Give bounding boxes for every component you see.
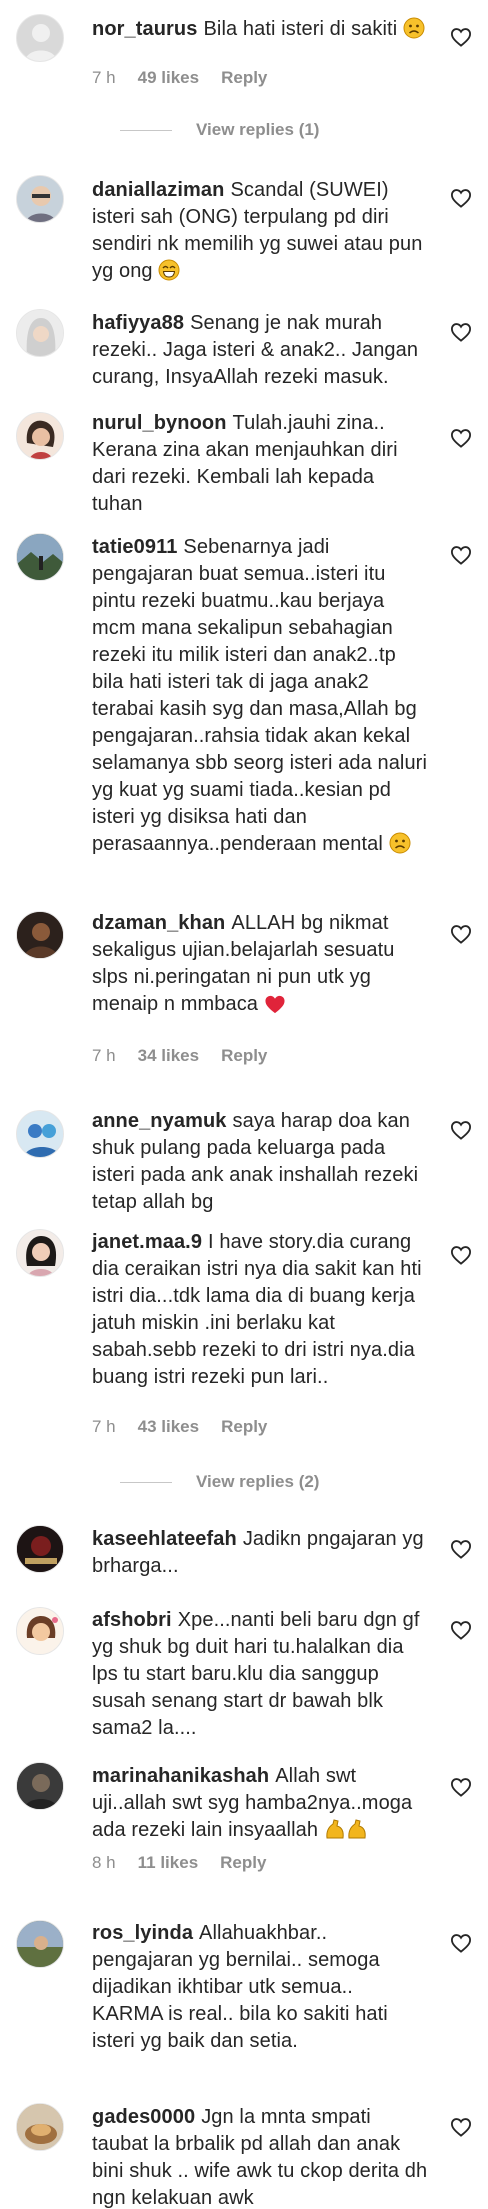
username[interactable]: nurul_bynoon bbox=[92, 412, 227, 434]
comment-body: kaseehlateefah Jadikn pngajaran yg brharg… bbox=[92, 1526, 428, 1580]
view-replies-label: View replies (1) bbox=[196, 120, 320, 139]
likes-count[interactable]: 34 likes bbox=[138, 1046, 199, 1066]
reply-button[interactable]: Reply bbox=[221, 1046, 267, 1066]
avatar[interactable] bbox=[16, 1525, 64, 1573]
avatar[interactable] bbox=[16, 1229, 64, 1277]
like-heart-icon[interactable] bbox=[450, 924, 472, 944]
comment-text: I have story.dia curang dia ceraikan ist… bbox=[92, 1231, 422, 1388]
username[interactable]: nor_taurus bbox=[92, 18, 197, 40]
view-replies-button[interactable]: View replies (1) bbox=[120, 120, 319, 140]
username[interactable]: marinahanikashah bbox=[92, 1765, 269, 1787]
username[interactable]: gades0000 bbox=[92, 2106, 195, 2128]
avatar[interactable] bbox=[16, 412, 64, 460]
comment-body: marinahanikashah Allah swt uji..allah swt… bbox=[92, 1763, 428, 1848]
like-heart-icon[interactable] bbox=[450, 322, 472, 342]
comment-body: afshobri Xpe...nanti beli baru dgn gf yg … bbox=[92, 1607, 428, 1742]
like-heart-icon[interactable] bbox=[450, 188, 472, 208]
like-heart-icon[interactable] bbox=[450, 27, 472, 47]
avatar[interactable] bbox=[16, 14, 64, 62]
like-heart-icon[interactable] bbox=[450, 1620, 472, 1640]
timestamp: 7 h bbox=[92, 68, 116, 87]
avatar[interactable] bbox=[16, 1110, 64, 1158]
timestamp: 8 h bbox=[92, 1853, 116, 1872]
view-replies-button[interactable]: View replies (2) bbox=[120, 1472, 319, 1492]
comment-meta: 7 h 34 likes Reply bbox=[92, 1046, 267, 1066]
view-replies-label: View replies (2) bbox=[196, 1472, 320, 1491]
comment-body: hafiyya88 Senang je nak murah rezeki.. Ja… bbox=[92, 310, 428, 391]
avatar[interactable] bbox=[16, 1607, 64, 1655]
like-heart-icon[interactable] bbox=[450, 1120, 472, 1140]
reply-button[interactable]: Reply bbox=[221, 1417, 267, 1437]
reply-button[interactable]: Reply bbox=[221, 68, 267, 88]
like-heart-icon[interactable] bbox=[450, 1933, 472, 1953]
flexed-biceps-emoji bbox=[324, 1818, 368, 1848]
username[interactable]: dzaman_khan bbox=[92, 912, 225, 934]
divider bbox=[120, 1481, 172, 1483]
comment-body: janet.maa.9 I have story.dia curang dia c… bbox=[92, 1229, 428, 1391]
sad-face-emoji bbox=[403, 17, 425, 47]
avatar[interactable] bbox=[16, 309, 64, 357]
like-heart-icon[interactable] bbox=[450, 428, 472, 448]
username[interactable]: daniallaziman bbox=[92, 179, 224, 201]
avatar[interactable] bbox=[16, 2103, 64, 2151]
likes-count[interactable]: 49 likes bbox=[138, 68, 199, 88]
like-heart-icon[interactable] bbox=[450, 545, 472, 565]
avatar[interactable] bbox=[16, 1762, 64, 1810]
username[interactable]: tatie0911 bbox=[92, 536, 177, 558]
comment-meta: 8 h 11 likes Reply bbox=[92, 1853, 266, 1873]
comment-body: nurul_bynoon Tulah.jauhi zina.. Kerana zi… bbox=[92, 410, 428, 518]
likes-count[interactable]: 43 likes bbox=[138, 1417, 199, 1437]
comment-body: nor_taurus Bila hati isteri di sakiti bbox=[92, 16, 428, 47]
comment-meta: 7 h 43 likes Reply bbox=[92, 1417, 267, 1437]
like-heart-icon[interactable] bbox=[450, 2117, 472, 2137]
comment-meta: 7 h 49 likes Reply bbox=[92, 68, 267, 88]
likes-count[interactable]: 11 likes bbox=[138, 1853, 199, 1873]
sad-face-emoji bbox=[389, 832, 411, 862]
comment-text: Sebenarnya jadi pengajaran buat semua..i… bbox=[92, 536, 427, 855]
username[interactable]: afshobri bbox=[92, 1609, 172, 1631]
username[interactable]: kaseehlateefah bbox=[92, 1528, 237, 1550]
username[interactable]: anne_nyamuk bbox=[92, 1110, 227, 1132]
username[interactable]: janet.maa.9 bbox=[92, 1231, 202, 1253]
username[interactable]: hafiyya88 bbox=[92, 312, 184, 334]
comment-body: gades0000 Jgn la mnta smpati taubat la br… bbox=[92, 2104, 428, 2209]
comment-text: Bila hati isteri di sakiti bbox=[203, 18, 398, 40]
avatar[interactable] bbox=[16, 175, 64, 223]
reply-button[interactable]: Reply bbox=[220, 1853, 266, 1873]
timestamp: 7 h bbox=[92, 1046, 116, 1065]
username[interactable]: ros_lyinda bbox=[92, 1922, 193, 1944]
comment-body: daniallaziman Scandal (SUWEI) isteri sah … bbox=[92, 177, 428, 289]
avatar[interactable] bbox=[16, 911, 64, 959]
avatar[interactable] bbox=[16, 1920, 64, 1968]
grin-emoji bbox=[158, 259, 180, 289]
comment-body: anne_nyamuk saya harap doa kan shuk pulan… bbox=[92, 1108, 428, 1216]
red-heart-emoji bbox=[264, 994, 286, 1022]
comment-body: dzaman_khan ALLAH bg nikmat sekaligus uji… bbox=[92, 910, 428, 1022]
like-heart-icon[interactable] bbox=[450, 1539, 472, 1559]
comment-body: tatie0911 Sebenarnya jadi pengajaran buat… bbox=[92, 534, 428, 862]
comment-list: nor_taurus Bila hati isteri di sakiti 7 h… bbox=[0, 0, 488, 2209]
avatar[interactable] bbox=[16, 533, 64, 581]
like-heart-icon[interactable] bbox=[450, 1245, 472, 1265]
timestamp: 7 h bbox=[92, 1417, 116, 1436]
comment-body: ros_lyinda Allahuakhbar.. pengajaran yg b… bbox=[92, 1920, 428, 2055]
like-heart-icon[interactable] bbox=[450, 1777, 472, 1797]
divider bbox=[120, 129, 172, 131]
